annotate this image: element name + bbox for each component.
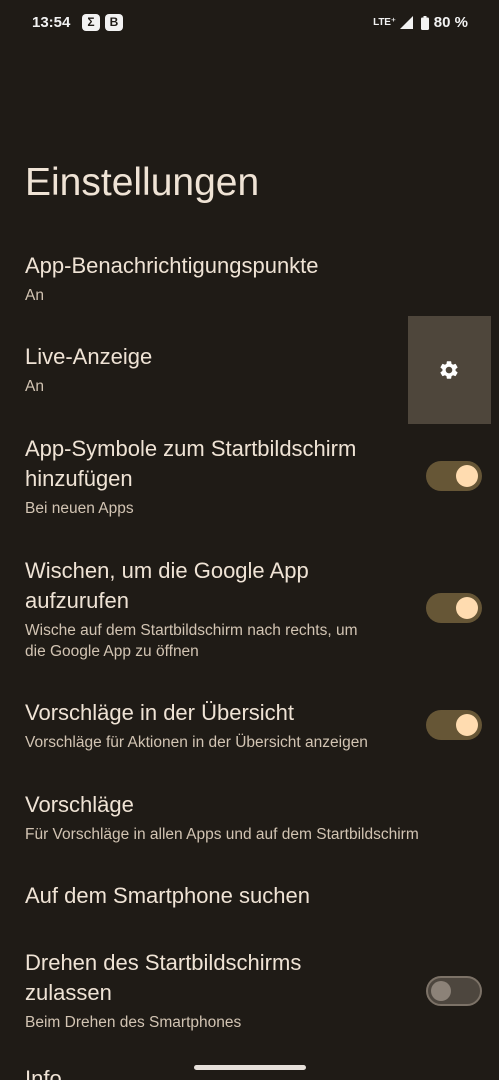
setting-summary: Vorschläge für Aktionen in der Übersicht… bbox=[25, 734, 368, 751]
swipe-google-app-toggle[interactable] bbox=[426, 593, 482, 623]
setting-title: Vorschläge bbox=[25, 792, 134, 817]
allow-rotation-toggle[interactable] bbox=[426, 976, 482, 1006]
toggle-thumb bbox=[456, 465, 478, 487]
setting-summary-line-1: Wische auf dem Startbildschirm nach rech… bbox=[25, 622, 358, 639]
gear-icon bbox=[440, 361, 458, 379]
setting-overview-suggestions[interactable]: Vorschläge in der Übersicht Vorschläge f… bbox=[25, 698, 420, 753]
signal-icon bbox=[399, 16, 413, 29]
toggle-thumb bbox=[456, 714, 478, 736]
setting-suggestions[interactable]: Vorschläge Für Vorschläge in allen Apps … bbox=[25, 790, 485, 845]
setting-notification-dots[interactable]: App-Benachrichtigungspunkte An bbox=[25, 251, 465, 306]
b-app-icon: B bbox=[105, 14, 123, 31]
setting-swipe-google-app[interactable]: Wischen, um die Google App aufzurufen Wi… bbox=[25, 556, 420, 662]
setting-live-display[interactable]: Live-Anzeige An bbox=[25, 342, 395, 397]
setting-summary: Für Vorschläge in allen Apps und auf dem… bbox=[25, 826, 419, 843]
setting-allow-rotation[interactable]: Drehen des Startbildschirms zulassen Bei… bbox=[25, 948, 415, 1033]
status-bar: 13:54 Σ B LTE⁺ 80 % bbox=[0, 0, 499, 46]
status-right: LTE⁺ 80 % bbox=[373, 14, 468, 31]
page-title: Einstellungen bbox=[25, 161, 260, 204]
setting-title-line-1: Drehen des Startbildschirms bbox=[25, 950, 302, 975]
setting-summary: Beim Drehen des Smartphones bbox=[25, 1014, 242, 1031]
setting-title: Auf dem Smartphone suchen bbox=[25, 883, 310, 908]
setting-title: Live-Anzeige bbox=[25, 344, 153, 369]
toggle-thumb bbox=[456, 597, 478, 619]
overview-suggestions-toggle[interactable] bbox=[426, 710, 482, 740]
gesture-nav-handle[interactable] bbox=[194, 1065, 306, 1070]
setting-summary: An bbox=[25, 378, 44, 395]
setting-search-phone[interactable]: Auf dem Smartphone suchen bbox=[25, 881, 465, 911]
setting-summary-line-2: die Google App zu öffnen bbox=[25, 643, 199, 660]
setting-title: Vorschläge in der Übersicht bbox=[25, 700, 295, 725]
setting-title-line-2: aufzurufen bbox=[25, 588, 129, 613]
add-icons-toggle[interactable] bbox=[426, 461, 482, 491]
setting-title-line-1: Wischen, um die Google App bbox=[25, 558, 309, 583]
battery-icon bbox=[420, 15, 429, 30]
setting-summary: An bbox=[25, 287, 44, 304]
live-display-settings-button[interactable] bbox=[408, 316, 491, 424]
setting-title-line-2: hinzufügen bbox=[25, 466, 133, 491]
sigma-icon: Σ bbox=[82, 14, 100, 31]
battery-level: 80 % bbox=[433, 14, 468, 31]
setting-title: App-Benachrichtigungspunkte bbox=[25, 253, 319, 278]
network-type: LTE⁺ bbox=[373, 17, 396, 28]
setting-add-icons-home[interactable]: App-Symbole zum Startbildschirm hinzufüg… bbox=[25, 434, 415, 519]
toggle-thumb bbox=[431, 981, 451, 1001]
status-time: 13:54 bbox=[32, 14, 71, 31]
setting-summary: Bei neuen Apps bbox=[25, 500, 134, 517]
settings-screen: 13:54 Σ B LTE⁺ 80 % Einstellungen App-Be… bbox=[0, 0, 499, 1080]
setting-title-line-2: zulassen bbox=[25, 980, 112, 1005]
setting-title-line-1: App-Symbole zum Startbildschirm bbox=[25, 436, 357, 461]
